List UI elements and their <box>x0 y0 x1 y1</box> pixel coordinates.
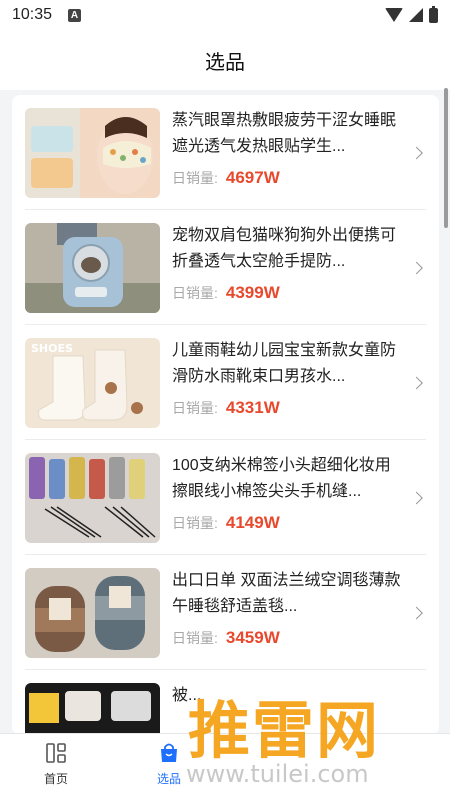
status-bar: 10:35 A <box>0 0 450 30</box>
home-grid-icon <box>46 743 66 763</box>
tab-home[interactable]: 首页 <box>26 742 86 787</box>
product-thumbnail <box>25 107 160 198</box>
status-icons <box>385 5 438 23</box>
product-item[interactable]: 出口日单 双面法兰绒空调毯薄款午睡毯舒适盖毯... 日销量: 3459W <box>12 555 439 670</box>
sales-label: 日销量: <box>172 629 218 646</box>
chevron-right-icon <box>410 606 423 619</box>
daily-sales: 日销量: 3459W <box>172 628 280 648</box>
product-title: 宠物双肩包猫咪狗狗外出便携可折叠透气太空舱手提防... <box>172 226 397 270</box>
product-title: 100支纳米棉签小头超细化妆用擦眼线小棉签尖头手机缝... <box>172 456 391 500</box>
chevron-right-icon <box>410 491 423 504</box>
watermark-url: www.tuilei.com <box>186 760 369 788</box>
chevron-right-icon <box>410 261 423 274</box>
product-title: 出口日单 双面法兰绒空调毯薄款午睡毯舒适盖毯... <box>172 571 401 615</box>
watermark-logo: 推雷网 <box>188 694 381 767</box>
product-info: 蒸汽眼罩热敷眼疲劳干涩女睡眠遮光透气发热眼贴学生... 日销量: 4697W <box>172 108 404 198</box>
product-thumbnail <box>25 567 160 658</box>
sales-label: 日销量: <box>172 399 218 416</box>
product-thumbnail: SHOES <box>25 337 160 428</box>
product-thumbnail <box>25 222 160 313</box>
product-list: 蒸汽眼罩热敷眼疲劳干涩女睡眠遮光透气发热眼贴学生... 日销量: 4697W 宠… <box>12 95 439 735</box>
wifi-icon <box>385 8 403 22</box>
product-item[interactable]: 蒸汽眼罩热敷眼疲劳干涩女睡眠遮光透气发热眼贴学生... 日销量: 4697W <box>12 95 439 210</box>
product-title: 儿童雨鞋幼儿园宝宝新款女童防滑防水雨靴束口男孩水... <box>172 341 397 385</box>
sales-value: 4149W <box>225 512 280 532</box>
product-item[interactable]: SHOES 儿童雨鞋幼儿园宝宝新款女童防滑防水雨靴束口男孩水... 日销量: 4… <box>12 325 439 440</box>
daily-sales: 日销量: 4149W <box>172 513 280 533</box>
chevron-right-icon <box>410 376 423 389</box>
product-thumbnail <box>25 452 160 543</box>
tab-label: 首页 <box>43 772 68 786</box>
signal-icon <box>409 8 423 22</box>
product-info: 出口日单 双面法兰绒空调毯薄款午睡毯舒适盖毯... 日销量: 3459W <box>172 568 404 658</box>
status-time: 10:35 <box>12 6 53 23</box>
product-info: 100支纳米棉签小头超细化妆用擦眼线小棉签尖头手机缝... 日销量: 4149W <box>172 453 404 543</box>
daily-sales: 日销量: 4331W <box>172 398 280 418</box>
product-info: 宠物双肩包猫咪狗狗外出便携可折叠透气太空舱手提防... 日销量: 4399W <box>172 223 404 313</box>
sales-value: 4331W <box>225 397 280 417</box>
product-thumbnail <box>25 682 160 735</box>
product-item[interactable]: 100支纳米棉签小头超细化妆用擦眼线小棉签尖头手机缝... 日销量: 4149W <box>12 440 439 555</box>
shopping-bag-icon <box>161 743 177 762</box>
sales-label: 日销量: <box>172 284 218 301</box>
product-title: 蒸汽眼罩热敷眼疲劳干涩女睡眠遮光透气发热眼贴学生... <box>172 111 397 155</box>
product-item[interactable]: 宠物双肩包猫咪狗狗外出便携可折叠透气太空舱手提防... 日销量: 4399W <box>12 210 439 325</box>
daily-sales: 日销量: 4399W <box>172 283 280 303</box>
page-title: 选品 <box>205 51 245 74</box>
daily-sales: 日销量: 4697W <box>172 168 280 188</box>
header: 选品 <box>0 30 450 90</box>
watermark: 推雷网 www.tuilei.com <box>178 680 450 800</box>
sales-value: 4697W <box>225 167 280 187</box>
sales-label: 日销量: <box>172 514 218 531</box>
sales-value: 4399W <box>225 282 280 302</box>
sales-label: 日销量: <box>172 169 218 186</box>
scrollbar[interactable] <box>444 88 448 228</box>
notification-icon: A <box>68 8 82 22</box>
battery-icon <box>429 5 438 23</box>
sales-value: 3459W <box>225 627 280 647</box>
product-info: 儿童雨鞋幼儿园宝宝新款女童防滑防水雨靴束口男孩水... 日销量: 4331W <box>172 338 404 428</box>
thumbnail-text: SHOES <box>31 342 73 355</box>
chevron-right-icon <box>410 146 423 159</box>
